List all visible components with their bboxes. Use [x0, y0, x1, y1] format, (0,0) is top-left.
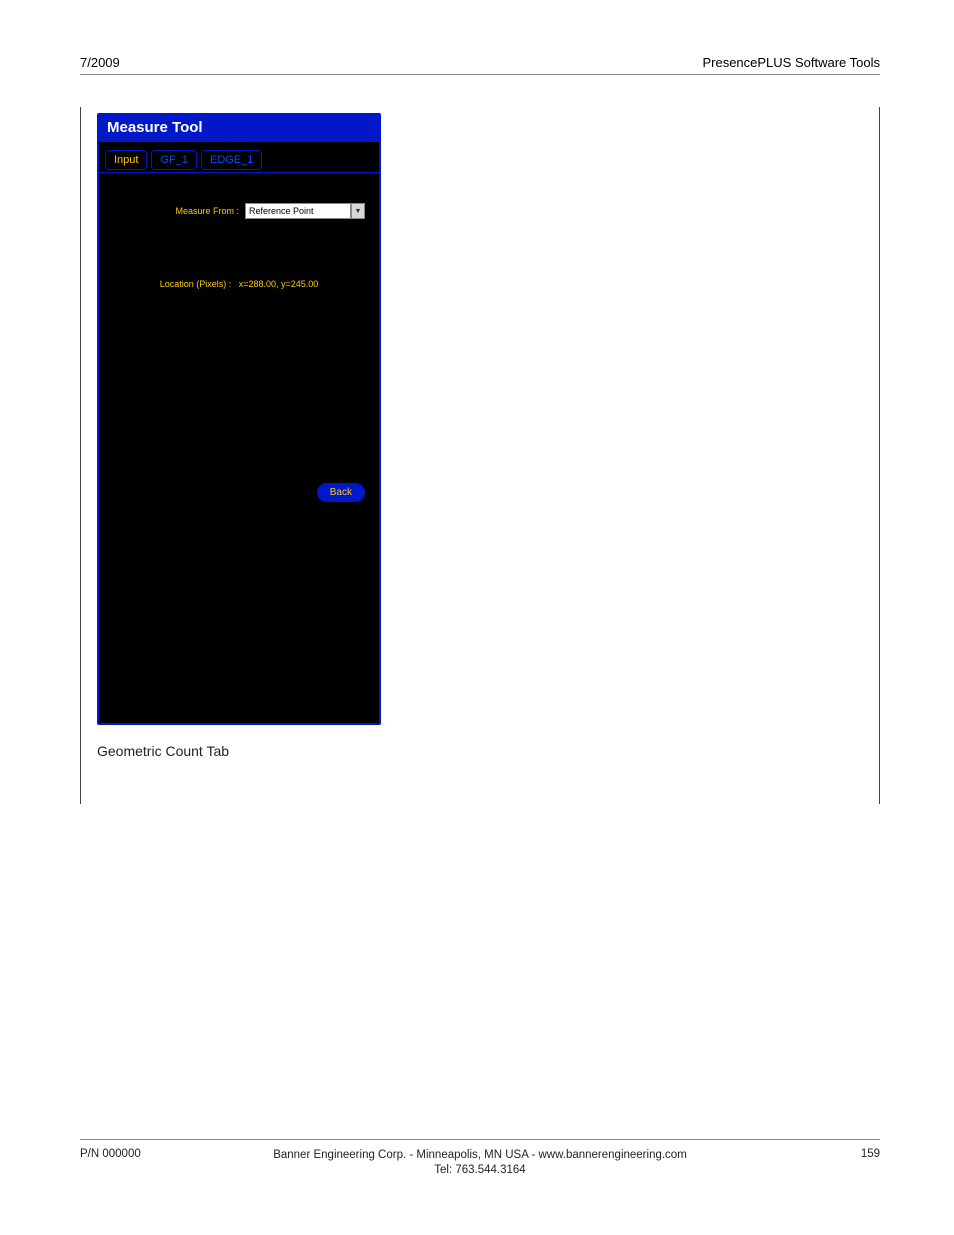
footer-pn: P/N 000000	[80, 1148, 190, 1179]
footer-line2: Tel: 763.544.3164	[190, 1163, 770, 1179]
header-right: PresencePLUS Software Tools	[702, 55, 880, 70]
tabs: Input GF_1 EDGE_1	[105, 150, 373, 170]
back-button[interactable]: Back	[317, 483, 365, 502]
location-label: Location (Pixels) :	[160, 279, 232, 289]
tab-edge1[interactable]: EDGE_1	[201, 150, 262, 170]
page-footer: P/N 000000 Banner Engineering Corp. - Mi…	[80, 1139, 880, 1179]
tab-input[interactable]: Input	[105, 150, 147, 170]
location-row: Location (Pixels) : x=288.00, y=245.00	[113, 279, 365, 289]
tab-gf1[interactable]: GF_1	[151, 150, 197, 170]
content-frame: Measure Tool Input GF_1 EDGE_1 Measure F…	[80, 107, 880, 804]
measure-from-select[interactable]: Reference Point ▼	[245, 203, 365, 219]
footer-center: Banner Engineering Corp. - Minneapolis, …	[190, 1148, 770, 1179]
page-header: 7/2009 PresencePLUS Software Tools	[80, 55, 880, 75]
footer-page-number: 159	[770, 1148, 880, 1179]
measure-tool-panel: Measure Tool Input GF_1 EDGE_1 Measure F…	[97, 113, 381, 725]
tab-strip: Input GF_1 EDGE_1	[99, 142, 379, 173]
figure-caption: Geometric Count Tab	[97, 743, 879, 759]
measure-from-label: Measure From :	[175, 206, 239, 216]
panel-body: Measure From : Reference Point ▼ Locatio…	[99, 173, 379, 723]
chevron-down-icon[interactable]: ▼	[351, 203, 365, 219]
header-left: 7/2009	[80, 55, 120, 70]
footer-line1: Banner Engineering Corp. - Minneapolis, …	[190, 1148, 770, 1164]
measure-from-row: Measure From : Reference Point ▼	[113, 203, 365, 219]
location-value: x=288.00, y=245.00	[239, 279, 319, 289]
page-body: 7/2009 PresencePLUS Software Tools Measu…	[80, 55, 880, 804]
measure-from-value: Reference Point	[245, 203, 351, 219]
panel-title: Measure Tool	[99, 115, 379, 142]
